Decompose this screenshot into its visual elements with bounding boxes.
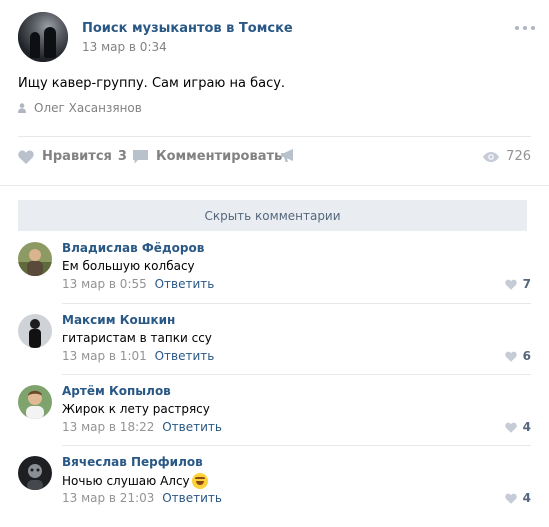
avatar[interactable] [18, 314, 52, 348]
comment-like-count: 7 [522, 277, 531, 291]
comment-like-count: 6 [522, 349, 531, 363]
divider [0, 185, 549, 186]
comment-like-button[interactable]: 6 [504, 349, 531, 363]
reply-button[interactable]: Ответить [155, 277, 215, 291]
post-author-name[interactable]: Олег Хасанзянов [34, 101, 142, 115]
comment-meta: 13 мар в 21:03 Ответить [62, 491, 222, 505]
like-button[interactable]: Нравится 3 [18, 149, 127, 164]
comment-like-button[interactable]: 7 [504, 277, 531, 291]
comment-date[interactable]: 13 мар в 21:03 [62, 491, 154, 505]
like-count: 3 [117, 149, 127, 164]
comment-date[interactable]: 13 мар в 18:22 [62, 420, 154, 434]
comment-date[interactable]: 13 мар в 1:01 [62, 349, 147, 363]
avatar[interactable] [18, 242, 52, 276]
like-label: Нравится [42, 149, 112, 164]
heart-icon [504, 422, 517, 433]
group-name-link[interactable]: Поиск музыкантов в Томске [82, 21, 293, 36]
post-header: Поиск музыкантов в Томске 13 мар в 0:34 [18, 12, 538, 62]
user-icon [18, 103, 26, 113]
comment-like-count: 4 [522, 420, 531, 434]
heart-icon [504, 351, 517, 362]
comment-like-button[interactable]: 4 [504, 420, 531, 434]
eye-icon [483, 151, 500, 162]
divider [18, 136, 531, 137]
comment-author[interactable]: Артём Копылов [62, 384, 171, 398]
heart-icon [18, 150, 34, 164]
comment-like-count: 4 [522, 491, 531, 505]
avatar-figure-right [44, 27, 56, 58]
comment-label: Комментировать [156, 149, 283, 164]
post-author: Олег Хасанзянов [18, 101, 142, 115]
comment-meta: 13 мар в 18:22 Ответить [62, 420, 222, 434]
reply-button[interactable]: Ответить [162, 420, 222, 434]
comment-date[interactable]: 13 мар в 0:55 [62, 277, 147, 291]
avatar[interactable] [18, 456, 52, 490]
comment-text: гитаристам в тапки ссу [62, 331, 212, 345]
post-actions: Нравится 3 Комментировать 726 [18, 149, 531, 169]
group-avatar[interactable] [18, 12, 68, 62]
post-text: Ищу кавер-группу. Сам играю на басу. [18, 76, 286, 91]
heart-icon [504, 493, 517, 504]
avatar[interactable] [18, 385, 52, 419]
divider [62, 303, 531, 304]
share-button[interactable] [281, 149, 305, 163]
views-counter: 726 [483, 149, 531, 164]
heart-icon [504, 279, 517, 290]
comment-text: Жирок к лету растрясу [62, 402, 210, 416]
comment-item: Вячеслав Перфилов Ночью слушаю Алсу 13 м… [18, 455, 531, 526]
hide-comments-button[interactable]: Скрыть комментарии [18, 200, 527, 231]
comment-text: Ночью слушаю Алсу [62, 474, 190, 488]
post-date[interactable]: 13 мар в 0:34 [82, 40, 167, 54]
reply-button[interactable]: Ответить [162, 491, 222, 505]
avatar-figure-left [30, 32, 40, 58]
comment-like-button[interactable]: 4 [504, 491, 531, 505]
comment-author[interactable]: Максим Кошкин [62, 313, 175, 327]
laughing-emoji-icon [191, 473, 208, 489]
divider [62, 374, 531, 375]
comment-text: Ем большую колбасу [62, 259, 195, 273]
comment-meta: 13 мар в 1:01 Ответить [62, 349, 214, 363]
comment-item: Владислав Фёдоров Ем большую колбасу 13 … [18, 241, 531, 312]
comment-author[interactable]: Вячеслав Перфилов [62, 455, 203, 469]
avatar-background [18, 12, 68, 62]
comment-icon [133, 149, 148, 163]
views-count: 726 [506, 149, 531, 164]
comment-text-row: Ночью слушаю Алсу [62, 473, 208, 489]
megaphone-icon [281, 149, 293, 162]
divider [62, 445, 531, 446]
reply-button[interactable]: Ответить [155, 349, 215, 363]
comment-meta: 13 мар в 0:55 Ответить [62, 277, 214, 291]
comment-button[interactable]: Комментировать [133, 149, 282, 164]
more-icon[interactable] [515, 22, 535, 32]
comment-author[interactable]: Владислав Фёдоров [62, 241, 204, 255]
